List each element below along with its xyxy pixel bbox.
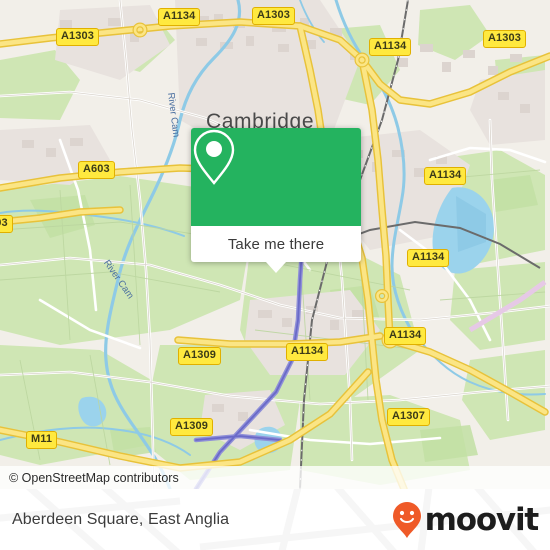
- map-canvas[interactable]: Cambridge River Cam River Cam A1303 A113…: [0, 0, 550, 489]
- moovit-pin-icon: [392, 501, 421, 538]
- popup-action-bar[interactable]: Take me there: [191, 226, 361, 262]
- road-shield[interactable]: A1309: [170, 418, 213, 436]
- road-shield[interactable]: M11: [26, 431, 58, 449]
- destination-popup[interactable]: Take me there: [191, 128, 361, 262]
- moovit-wordmark: moovit: [424, 501, 540, 538]
- popup-image-area: [191, 128, 361, 226]
- road-shield-clipped[interactable]: A603: [0, 215, 13, 233]
- road-shield[interactable]: A1134: [424, 167, 467, 185]
- road-shield[interactable]: A1307: [387, 408, 430, 426]
- moovit-logo[interactable]: moovit: [392, 489, 540, 550]
- road-shield[interactable]: A1134: [369, 38, 412, 56]
- map-pin-icon: [193, 129, 235, 185]
- road-shield[interactable]: A1309: [178, 347, 221, 365]
- map-attribution: © OpenStreetMap contributors: [0, 466, 550, 489]
- road-shield[interactable]: A1303: [56, 28, 99, 46]
- road-shield[interactable]: A1134: [158, 8, 201, 26]
- road-shield[interactable]: A1134: [407, 249, 450, 267]
- road-shield[interactable]: A1303: [252, 7, 295, 25]
- page-title: Aberdeen Square, East Anglia: [12, 510, 230, 528]
- road-shield[interactable]: A1134: [286, 343, 329, 361]
- popup-pointer: [266, 262, 286, 273]
- map-screenshot: Cambridge River Cam River Cam A1303 A113…: [0, 0, 550, 550]
- take-me-there-label: Take me there: [227, 235, 325, 253]
- road-shield[interactable]: A1303: [483, 30, 526, 48]
- road-shield[interactable]: A603: [78, 161, 115, 179]
- footer-bar: Aberdeen Square, East Anglia moovit: [0, 489, 550, 550]
- road-shield[interactable]: A1134: [384, 327, 427, 345]
- attribution-text: © OpenStreetMap contributors: [9, 470, 179, 485]
